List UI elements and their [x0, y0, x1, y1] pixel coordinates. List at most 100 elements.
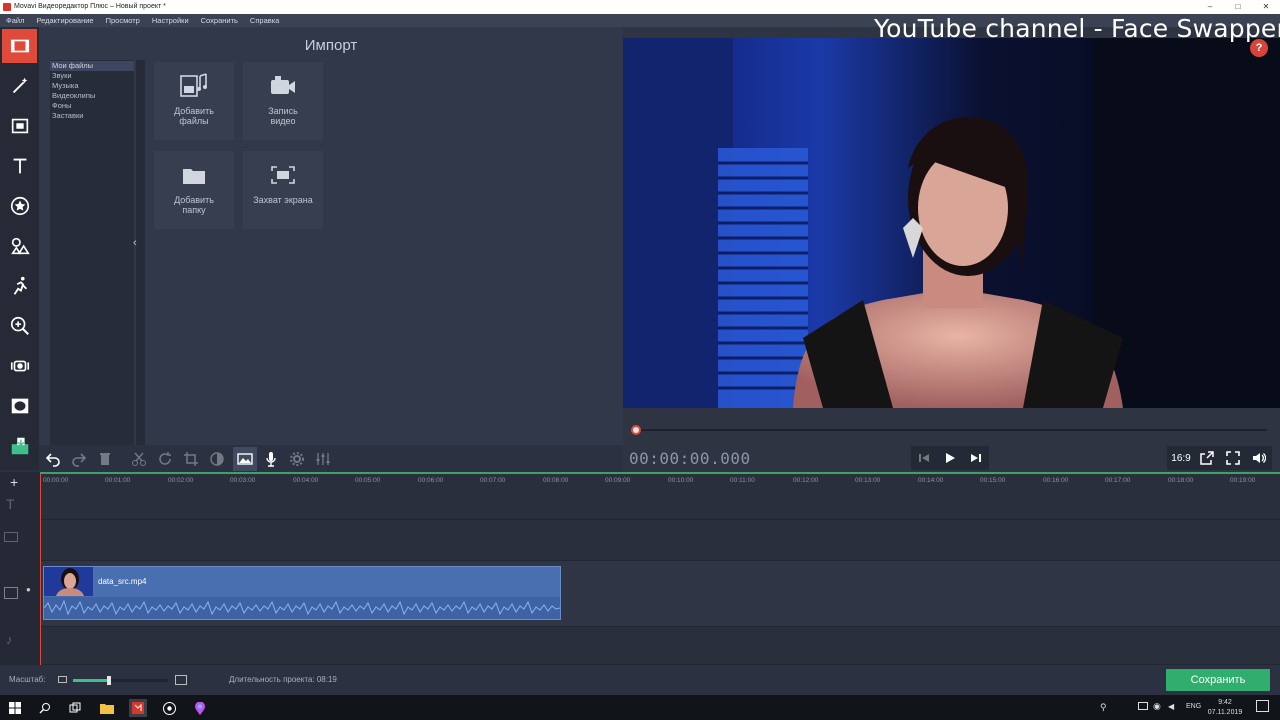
tray-app-icon[interactable] [1138, 702, 1148, 710]
audio-waveform [44, 597, 560, 619]
microphone-icon[interactable] [259, 447, 283, 471]
export-icon[interactable] [2, 429, 37, 463]
redo-icon[interactable] [67, 447, 91, 471]
zoom-in-icon[interactable] [175, 675, 187, 685]
ruler-tick: 00:15:00 [980, 477, 1006, 484]
ruler-tick: 00:12:00 [793, 477, 819, 484]
maps-icon[interactable] [191, 699, 209, 717]
category-videoclips[interactable]: Видеоклипы [50, 91, 134, 101]
play-button[interactable] [937, 446, 963, 470]
text-track[interactable] [40, 490, 1280, 520]
windows-start-icon[interactable] [6, 699, 24, 717]
timeline-ruler[interactable] [40, 472, 1280, 488]
save-button[interactable]: Сохранить [1166, 669, 1270, 691]
equalizer-icon[interactable] [311, 447, 335, 471]
menu-help[interactable]: Справка [250, 16, 279, 25]
system-clock[interactable]: 9:42 07.11.2019 [1205, 698, 1245, 718]
playhead[interactable] [40, 474, 41, 665]
aspect-ratio-button[interactable]: 16:9 [1167, 446, 1195, 470]
movavi-editor-window: Movavi Видеоредактор Плюс – Новый проект… [0, 0, 1280, 720]
stabilization-icon[interactable] [2, 349, 37, 383]
tray-record-icon[interactable]: ◉ [1153, 701, 1161, 712]
menu-file[interactable]: Файл [6, 16, 24, 25]
filters-icon[interactable] [2, 109, 37, 143]
category-sounds[interactable]: Звуки [50, 71, 134, 81]
status-bar [0, 665, 1280, 695]
ruler-tick: 00:00:00 [43, 477, 69, 484]
screen-capture-button[interactable]: Захват экрана [243, 151, 323, 229]
crop-icon[interactable] [179, 447, 203, 471]
detach-preview-icon[interactable] [1194, 446, 1220, 470]
close-button[interactable]: ✕ [1252, 0, 1280, 14]
app-logo-icon [3, 3, 11, 11]
add-track-icon[interactable]: + [10, 474, 18, 490]
video-track-icon [4, 587, 18, 599]
ruler-tick: 00:04:00 [293, 477, 319, 484]
duration-label: Длительность проекта: [229, 675, 315, 684]
track-visibility-icon[interactable]: ● [26, 585, 31, 594]
task-view-icon[interactable] [66, 699, 84, 717]
network-tray-icon[interactable]: ⚲ [1100, 702, 1107, 713]
zoom-out-icon[interactable] [58, 676, 67, 683]
seek-bar[interactable] [633, 429, 1267, 431]
add-files-button[interactable]: Добавить файлы [154, 62, 234, 140]
music-track-icon: ♪ [6, 632, 13, 647]
titles-icon[interactable] [2, 149, 37, 183]
transitions-icon[interactable] [2, 269, 37, 303]
category-intros[interactable]: Заставки [50, 111, 134, 121]
file-explorer-icon[interactable] [98, 699, 116, 717]
category-my-files[interactable]: Мои файлы [50, 61, 134, 71]
color-adjust-icon[interactable] [205, 447, 229, 471]
cut-icon[interactable] [127, 447, 151, 471]
ruler-tick: 00:03:00 [230, 477, 256, 484]
language-indicator[interactable]: ENG [1186, 703, 1201, 710]
vignette-icon[interactable] [2, 389, 37, 423]
delete-icon[interactable] [93, 447, 117, 471]
speaker-tray-icon[interactable]: ◀ [1168, 702, 1174, 711]
movavi-taskbar-icon[interactable] [129, 699, 147, 717]
add-folder-button[interactable]: Добавить папку [154, 151, 234, 229]
zoom-label: Масштаб: [9, 675, 46, 684]
rotate-icon[interactable] [153, 447, 177, 471]
browser-icon[interactable] [160, 699, 178, 717]
volume-icon[interactable] [1246, 446, 1272, 470]
shapes-icon[interactable] [2, 229, 37, 263]
menu-save[interactable]: Сохранить [201, 16, 238, 25]
ruler-tick: 00:08:00 [543, 477, 569, 484]
image-overlay-icon[interactable] [233, 447, 257, 471]
category-music[interactable]: Музыка [50, 81, 134, 91]
fullscreen-icon[interactable] [1220, 446, 1246, 470]
ruler-tick: 00:16:00 [1043, 477, 1069, 484]
category-scrollbar[interactable] [136, 60, 145, 461]
audio-track[interactable] [40, 627, 1280, 665]
stickers-icon[interactable] [2, 189, 37, 223]
ruler-tick: 00:11:00 [730, 477, 755, 484]
menu-edit[interactable]: Редактирование [36, 16, 93, 25]
category-list: Мои файлы Звуки Музыка Видеоклипы Фоны З… [50, 60, 134, 461]
notifications-icon[interactable] [1256, 700, 1269, 712]
collapse-panel-icon[interactable]: ‹ [133, 237, 137, 249]
help-button[interactable]: ? [1250, 39, 1268, 57]
zoom-slider-handle[interactable] [107, 676, 111, 685]
search-icon[interactable] [36, 699, 54, 717]
next-frame-button[interactable] [963, 446, 989, 470]
menu-settings[interactable]: Настройки [152, 16, 189, 25]
maximize-button[interactable]: □ [1224, 0, 1252, 14]
category-backgrounds[interactable]: Фоны [50, 101, 134, 111]
record-video-button[interactable]: Запись видео [243, 62, 323, 140]
zoom-icon[interactable] [2, 309, 37, 343]
settings-gear-icon[interactable] [285, 447, 309, 471]
video-preview[interactable] [623, 38, 1280, 408]
import-icon[interactable] [2, 29, 37, 63]
previous-frame-button[interactable] [911, 446, 937, 470]
tool-sidebar [0, 27, 39, 470]
menu-view[interactable]: Просмотр [106, 16, 140, 25]
ruler-tick: 00:09:00 [605, 477, 631, 484]
magic-wand-icon[interactable] [2, 69, 37, 103]
ruler-tick: 00:10:00 [668, 477, 694, 484]
minimize-button[interactable]: – [1196, 0, 1224, 14]
seek-handle[interactable] [631, 425, 641, 435]
overlay-track[interactable] [40, 520, 1280, 561]
undo-icon[interactable] [41, 447, 65, 471]
video-clip[interactable]: data_src.mp4 [43, 566, 561, 620]
